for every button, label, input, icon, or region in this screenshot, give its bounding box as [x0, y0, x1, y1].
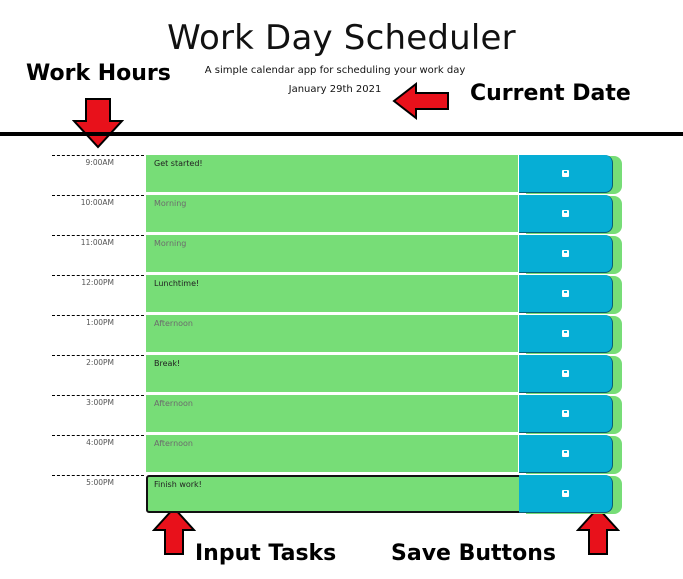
hour-cell: 2:00PM	[52, 355, 144, 394]
time-block-row: 5:00PM Finish work!	[0, 475, 683, 515]
save-button[interactable]	[519, 355, 613, 393]
time-block-row: 4:00PM Afternoon	[0, 435, 683, 475]
task-input[interactable]: Afternoon	[146, 395, 518, 433]
annotation-save-buttons: Save Buttons	[391, 541, 556, 566]
save-icon	[562, 290, 569, 297]
task-input[interactable]: Get started!	[146, 155, 518, 193]
save-button[interactable]	[519, 435, 613, 473]
save-icon	[562, 450, 569, 457]
time-block-row: 12:00PM Lunchtime!	[0, 275, 683, 315]
hour-label: 1:00PM	[86, 318, 114, 327]
time-block-row: 10:00AM Morning	[0, 195, 683, 235]
time-block-row: 11:00AM Morning	[0, 235, 683, 275]
hour-label: 12:00PM	[81, 278, 114, 287]
hour-cell: 11:00AM	[52, 235, 144, 274]
hour-label: 5:00PM	[86, 478, 114, 487]
hour-label: 9:00AM	[85, 158, 114, 167]
hour-label: 3:00PM	[86, 398, 114, 407]
save-button[interactable]	[519, 275, 613, 313]
hour-label: 10:00AM	[80, 198, 114, 207]
task-input[interactable]: Afternoon	[146, 315, 518, 353]
save-button[interactable]	[519, 235, 613, 273]
save-button[interactable]	[519, 395, 613, 433]
annotation-input-tasks: Input Tasks	[195, 541, 337, 566]
task-input[interactable]: Morning	[146, 195, 518, 233]
hour-label: 11:00AM	[80, 238, 114, 247]
hour-cell: 5:00PM	[52, 475, 144, 514]
task-input[interactable]: Lunchtime!	[146, 275, 518, 313]
time-block-row: 3:00PM Afternoon	[0, 395, 683, 435]
annotation-current-date: Current Date	[470, 81, 631, 106]
hour-cell: 9:00AM	[52, 155, 144, 194]
time-block-row: 9:00AM Get started!	[0, 155, 683, 195]
hour-cell: 10:00AM	[52, 195, 144, 234]
save-icon	[562, 370, 569, 377]
hour-cell: 3:00PM	[52, 395, 144, 434]
task-input[interactable]: Break!	[146, 355, 518, 393]
save-button[interactable]	[519, 195, 613, 233]
save-icon	[562, 330, 569, 337]
hour-label: 4:00PM	[86, 438, 114, 447]
annotation-work-hours: Work Hours	[26, 61, 171, 86]
hour-cell: 12:00PM	[52, 275, 144, 314]
save-icon	[562, 490, 569, 497]
save-button[interactable]	[519, 155, 613, 193]
arrow-left-icon	[392, 82, 449, 120]
task-input[interactable]: Morning	[146, 235, 518, 273]
time-block-row: 1:00PM Afternoon	[0, 315, 683, 355]
save-button[interactable]	[519, 315, 613, 353]
time-block-row: 2:00PM Break!	[0, 355, 683, 395]
hour-cell: 4:00PM	[52, 435, 144, 474]
save-icon	[562, 250, 569, 257]
hour-label: 2:00PM	[86, 358, 114, 367]
page-title: Work Day Scheduler	[167, 18, 516, 58]
task-input[interactable]: Afternoon	[146, 435, 518, 473]
save-icon	[562, 410, 569, 417]
arrow-down-icon	[72, 98, 124, 149]
header-divider	[0, 132, 683, 136]
save-icon	[562, 210, 569, 217]
save-icon	[562, 170, 569, 177]
save-button[interactable]	[519, 475, 613, 513]
hour-cell: 1:00PM	[52, 315, 144, 354]
task-input-focused[interactable]: Finish work!	[146, 475, 522, 513]
